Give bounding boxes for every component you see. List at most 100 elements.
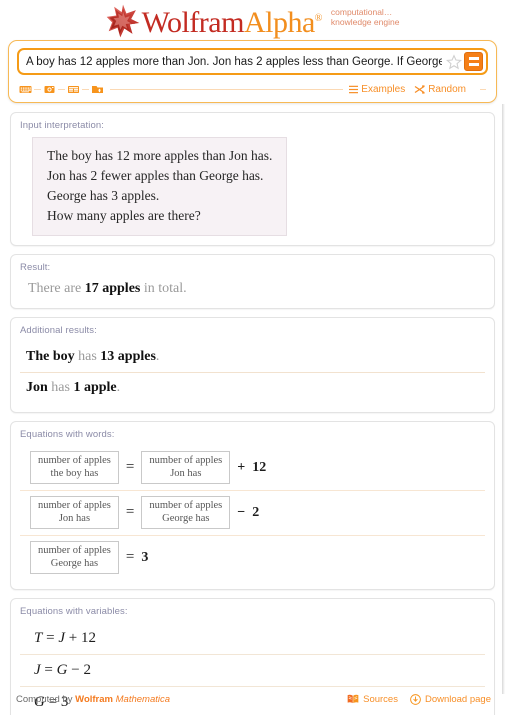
random-label: Random xyxy=(428,83,466,95)
book-icon xyxy=(347,694,359,704)
additional-result-row: The boy has 13 apples. xyxy=(20,342,485,372)
additional-result-row: Jon has 1 apple. xyxy=(20,372,485,403)
additional-value: 1 apple xyxy=(73,380,117,395)
word-term-box: number of apples Jon has xyxy=(141,451,231,484)
logo-wolfram-text: Wolfram xyxy=(141,6,245,39)
word-term-line2: Jon has xyxy=(170,468,202,479)
pod-additional-results: Additional results: The boy has 13 apple… xyxy=(10,317,495,413)
pod-title-input-interpretation: Input interpretation: xyxy=(20,120,104,131)
camera-icon[interactable] xyxy=(43,84,56,95)
pod-input-interpretation: Input interpretation: The boy has 12 mor… xyxy=(10,112,495,246)
keyboard-icon[interactable] xyxy=(19,84,32,95)
word-term-line1: number of apples xyxy=(38,500,111,511)
sources-link[interactable]: Sources xyxy=(347,694,398,705)
variable-rhs2: 12 xyxy=(80,630,96,646)
word-operand: 12 xyxy=(252,459,267,475)
variable-equation-row: J = G − 2 xyxy=(20,654,485,686)
word-term-line1: number of apples xyxy=(149,500,223,511)
toolbar-divider xyxy=(34,88,41,90)
word-term-line2: George has xyxy=(162,513,210,524)
additional-subject: The boy xyxy=(26,349,75,364)
word-term-box: number of apples the boy has xyxy=(30,451,119,484)
input-interpretation-box: The boy has 12 more apples than Jon has.… xyxy=(32,137,288,236)
variable-rhs2: 2 xyxy=(83,662,91,678)
pod-title-result: Result: xyxy=(20,262,51,273)
additional-period: . xyxy=(116,380,121,395)
favorite-star-icon[interactable] xyxy=(446,53,462,70)
interpretation-line: Jon has 2 fewer apples than George has. xyxy=(47,168,264,183)
variable-equals: = xyxy=(42,630,59,646)
variable-lhs: J xyxy=(34,662,41,678)
random-link[interactable]: Random xyxy=(414,84,466,95)
word-term-line2: George has xyxy=(50,558,99,569)
variable-equation-row: T = J + 12 xyxy=(20,623,485,654)
variable-operator: − xyxy=(67,662,84,678)
word-operator: − xyxy=(237,504,246,520)
additional-value: 13 apples xyxy=(100,349,156,364)
wolfram-label: Wolfram xyxy=(75,693,113,705)
result-sentence: There are 17 apples in total. xyxy=(28,279,485,299)
equals-sign: = xyxy=(125,549,135,565)
pod-title-equations-with-variables: Equations with variables: xyxy=(20,606,128,617)
toolbar-divider xyxy=(58,88,65,90)
word-term-line1: number of apples xyxy=(38,545,111,556)
interpretation-line: How many apples are there? xyxy=(47,208,201,223)
logo-registered-mark: ® xyxy=(314,13,323,24)
logo-alpha-text: Alpha xyxy=(243,6,315,39)
download-page-link[interactable]: Download page xyxy=(410,694,491,705)
download-label: Download page xyxy=(424,693,491,705)
logo-tagline: computational… knowledge engine xyxy=(330,7,400,27)
download-circle-icon xyxy=(410,693,421,705)
equals-bar-bottom xyxy=(468,63,479,66)
pod-result: Result: There are 17 apples in total. xyxy=(10,254,495,309)
word-term-box: number of apples George has xyxy=(30,541,119,574)
interpretation-line: The boy has 12 more apples than Jon has. xyxy=(47,148,273,163)
examples-link[interactable]: Examples xyxy=(349,84,405,95)
pod-title-equations-with-words: Equations with words: xyxy=(20,429,115,440)
word-equation-row: number of apples Jon has = number of app… xyxy=(20,490,485,535)
word-term-box: number of apples Jon has xyxy=(30,496,119,529)
wolframalpha-result-page: WolframAlpha® computational… knowledge e… xyxy=(0,0,505,715)
examples-label: Examples xyxy=(361,83,406,95)
table-icon[interactable] xyxy=(67,84,80,95)
word-operand: 2 xyxy=(252,504,260,520)
computed-by-text: Computed by Wolfram Mathematica xyxy=(16,694,170,705)
compute-equals-button[interactable] xyxy=(464,52,483,71)
variable-rhs1: J xyxy=(58,630,65,646)
sources-label: Sources xyxy=(363,693,398,705)
result-suffix: in total. xyxy=(140,281,187,296)
equals-sign: = xyxy=(125,504,135,520)
word-term-line1: number of apples xyxy=(38,455,111,466)
hamburger-icon xyxy=(349,85,359,93)
variable-operator: + xyxy=(64,630,81,646)
variable-equals: = xyxy=(40,662,57,678)
additional-subject: Jon xyxy=(26,380,48,395)
input-toolbar: Examples Random xyxy=(19,79,486,99)
pod-title-additional-results: Additional results: xyxy=(20,325,97,336)
additional-verb: has xyxy=(74,349,101,364)
word-term-line2: the boy has xyxy=(50,468,99,479)
word-term-box: number of apples George has xyxy=(141,496,231,529)
page-footer: Computed by Wolfram Mathematica Sources … xyxy=(0,689,505,709)
wolframalpha-logo[interactable]: WolframAlpha® computational… knowledge e… xyxy=(106,3,400,39)
word-term-line1: number of apples xyxy=(149,455,223,466)
toolbar-rule xyxy=(110,88,344,90)
search-input[interactable] xyxy=(24,51,444,72)
interpretation-line: George has 3 apples. xyxy=(47,188,160,203)
word-term-line2: Jon has xyxy=(58,513,91,524)
pods-container: Input interpretation: The boy has 12 mor… xyxy=(10,112,495,715)
result-prefix: There are xyxy=(28,281,85,296)
query-bar-container: Examples Random xyxy=(8,40,497,103)
word-equation-row: number of apples George has = 3 xyxy=(20,535,485,580)
variable-rhs1: G xyxy=(56,662,68,678)
equals-sign: = xyxy=(125,459,135,475)
upload-icon[interactable] xyxy=(91,84,104,95)
query-input-shell[interactable] xyxy=(17,48,488,75)
additional-verb: has xyxy=(47,380,74,395)
wolfram-spikey-logo-icon xyxy=(106,4,139,38)
shuffle-icon xyxy=(414,84,425,94)
toolbar-divider xyxy=(82,88,89,90)
word-operand: 3 xyxy=(141,549,149,565)
word-equation-row: number of apples the boy has = number of… xyxy=(20,446,485,490)
computed-by-label: Computed by xyxy=(16,693,76,705)
